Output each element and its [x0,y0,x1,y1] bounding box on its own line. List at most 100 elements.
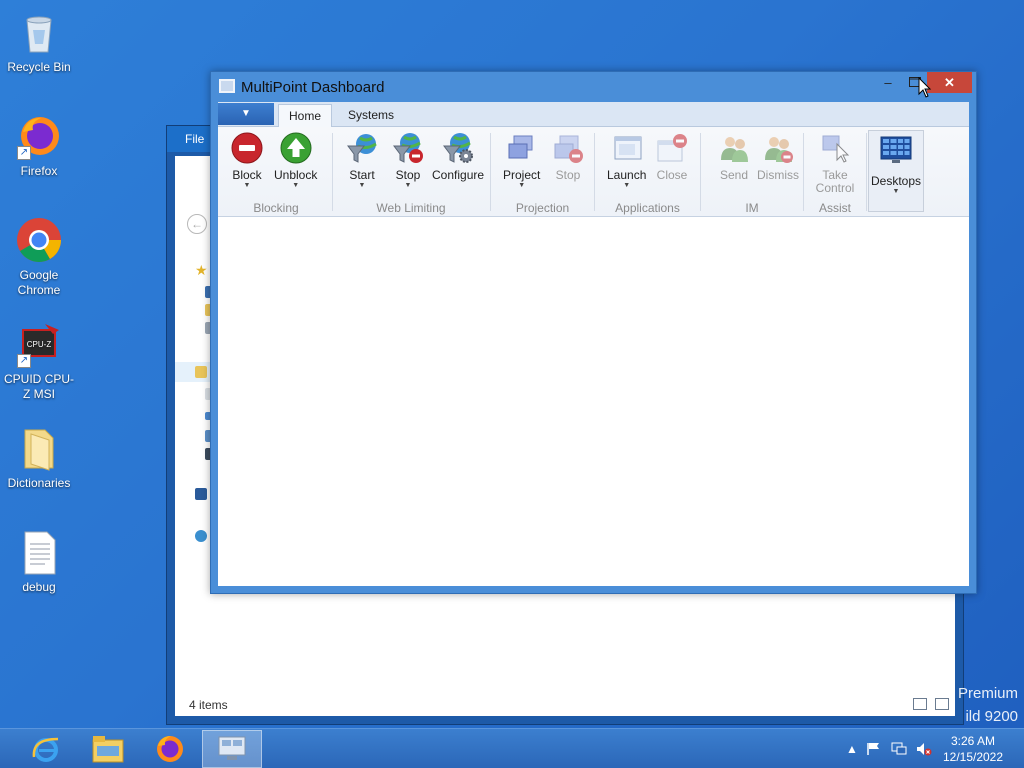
network-icon[interactable] [891,729,907,768]
application-menu-button[interactable]: ▼ [218,103,274,125]
clock-date: 12/15/2022 [942,750,1004,764]
window-title: MultiPoint Dashboard [241,79,385,96]
im-dismiss-button[interactable]: Dismiss [757,131,799,182]
group-label: Web Limiting [376,201,446,215]
explorer-file-tab[interactable]: File [185,132,204,146]
file-explorer-icon [92,736,124,763]
web-stop-label: Stop [395,168,421,182]
group-label: Applications [615,201,680,215]
tab-systems[interactable]: Systems [338,104,404,127]
web-start-button[interactable]: Start ▼ [345,131,379,190]
text-file-icon [15,528,63,576]
details-view-icon[interactable] [913,698,927,710]
web-start-label: Start [349,168,375,182]
taskbar-clock[interactable]: 3:26 AM 12/15/2022 [938,733,1008,765]
ribbon-panel: Block ▼ Unblock ▼ Blocking Start ▼ Stop … [218,127,969,217]
group-web-limiting: Start ▼ Stop ▼ Configure Web Limiting [333,127,489,217]
desktop-icon-label: CPUID CPU-Z MSI [3,372,74,401]
computer-icon[interactable] [195,488,207,500]
svg-text:CPU-Z: CPU-Z [27,340,52,349]
unblock-button[interactable]: Unblock ▼ [274,131,317,190]
action-center-flag-icon[interactable] [866,729,882,768]
close-button[interactable]: ✕ [927,72,972,93]
dropdown-arrow-icon: ▼ [292,182,300,189]
favorites-star-icon[interactable]: ★ [195,262,208,278]
chrome-icon [15,216,63,264]
take-control-button[interactable]: Take Control [810,131,860,195]
tab-home[interactable]: Home [278,104,333,128]
block-button[interactable]: Block ▼ [230,131,264,190]
explorer-view-switcher [913,698,949,710]
take-control-label: Take Control [815,168,855,195]
project-stop-icon [551,131,585,165]
application-close-button[interactable]: Close [655,131,689,182]
desktop-icon-firefox[interactable]: ↗ Firefox [2,112,76,179]
project-screens-icon [505,131,539,165]
im-send-label: Send [719,168,749,182]
group-label: Blocking [253,201,299,215]
group-label: Projection [515,201,570,215]
funnel-globe-stop-icon [391,131,425,165]
dropdown-arrow-icon: ▼ [518,182,526,189]
ribbon-tabs: ▼ Home Systems [218,102,969,128]
folder-icon [15,424,63,472]
firefox-icon [157,736,183,762]
shortcut-arrow-icon: ↗ [17,354,31,368]
taskbar-multipoint-dashboard[interactable] [202,730,262,768]
im-send-button[interactable]: Send [717,131,751,182]
projection-stop-label: Stop [555,168,581,182]
taskbar: ▲ 3:26 AM 12/15/2022 [0,728,1024,768]
network-icon[interactable] [195,530,207,542]
block-icon [230,131,264,165]
mouse-cursor-icon [918,77,932,98]
desktops-button[interactable]: Desktops ▼ [868,130,924,212]
web-configure-label: Configure [432,168,485,182]
desktop-icon-google-chrome[interactable]: Google Chrome [2,216,76,298]
close-window-icon [655,131,689,165]
group-projection: Project ▼ Stop Projection [491,127,594,217]
group-im: Send Dismiss IM [701,127,803,217]
launch-label: Launch [607,168,647,182]
multipoint-dashboard-window[interactable]: MultiPoint Dashboard – ✕ ▼ Home Systems … [210,71,977,594]
large-icons-view-icon[interactable] [935,698,949,710]
projection-stop-button[interactable]: Stop [551,131,585,182]
explorer-status: 4 items [189,698,228,712]
desktop-icon-cpu-z[interactable]: CPU-Z ↗ CPUID CPU-Z MSI [2,320,76,402]
launch-button[interactable]: Launch ▼ [607,131,646,190]
desktop-icon-label: debug [22,580,56,594]
launch-window-icon [610,131,644,165]
group-label: IM [745,201,759,215]
group-label: Assist [818,201,851,215]
cpu-z-icon: CPU-Z ↗ [15,320,63,368]
title-bar[interactable]: MultiPoint Dashboard – ✕ [211,72,976,102]
minimize-button[interactable]: – [875,72,901,93]
funnel-globe-gear-icon [441,131,475,165]
project-button[interactable]: Project ▼ [503,131,540,190]
libraries-icon[interactable] [195,366,207,378]
im-dismiss-label: Dismiss [757,168,799,182]
unblock-label: Unblock [274,168,318,182]
desktop-icon-recycle-bin[interactable]: Recycle Bin [2,8,76,75]
volume-muted-icon[interactable] [916,729,932,768]
dropdown-arrow-icon: ▼ [358,182,366,189]
web-configure-button[interactable]: Configure [432,131,484,182]
watermark-line-1: Premium [957,685,1018,702]
desktop-icon-debug[interactable]: debug [2,528,76,595]
group-assist: Take Control Assist [804,127,866,217]
taskbar-internet-explorer[interactable] [16,730,76,768]
show-hidden-icons-button[interactable]: ▲ [846,729,858,768]
recycle-bin-icon [15,8,63,56]
desktop-icon-label: Recycle Bin [7,60,71,74]
dropdown-arrow-icon: ▼ [243,182,251,189]
desktop-icon-dictionaries[interactable]: Dictionaries [2,424,76,491]
group-divider [866,133,867,211]
group-applications: Launch ▼ Close Applications [595,127,700,217]
firefox-icon: ↗ [15,112,63,160]
shortcut-arrow-icon: ↗ [17,146,31,160]
take-control-icon [818,131,852,165]
taskbar-file-explorer[interactable] [78,730,138,768]
dropdown-arrow-icon: ▼ [892,188,900,195]
dashboard-content-area [218,218,969,586]
taskbar-firefox[interactable] [140,730,200,768]
web-stop-button[interactable]: Stop ▼ [391,131,425,190]
